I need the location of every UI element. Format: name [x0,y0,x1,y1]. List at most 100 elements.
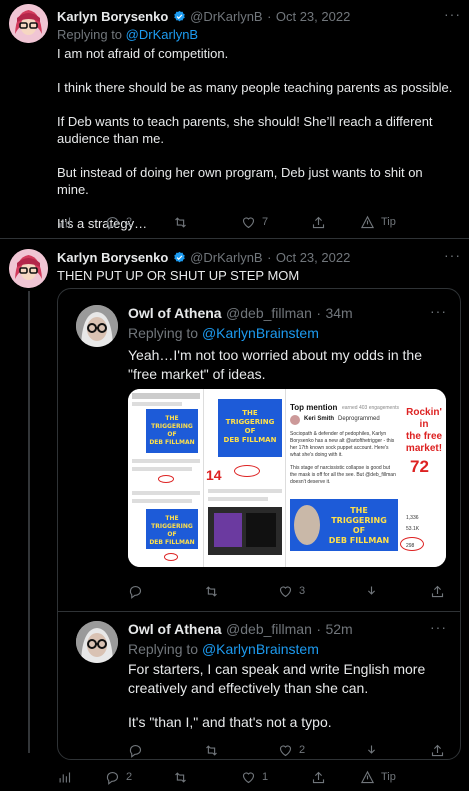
quote-header: Owl of Athena @deb_fillman · 34m [128,305,353,323]
tweet-divider [0,238,469,239]
replying-to-handle[interactable]: @KarlynBrainstem [202,641,319,657]
tweet-line: But instead of doing her own program, De… [57,165,423,197]
tweet-date[interactable]: Oct 23, 2022 [276,250,350,265]
avatar-illustration [9,4,48,43]
like-button[interactable]: 7 [241,215,268,230]
quoted-thread-card[interactable]: Owl of Athena @deb_fillman · 34m ··· Rep… [57,288,461,760]
tip-button[interactable]: Tip [360,770,396,785]
reply-button[interactable]: 2 [105,770,132,785]
share-icon [431,744,444,756]
verified-badge-icon [173,251,185,263]
poster-thumbnail: THE TRIGGERING OF DEB FILLMAN [146,509,198,549]
replying-to-handle[interactable]: @DrKarlynB [126,27,198,42]
replying-to-handle[interactable]: @KarlynBrainstem [202,325,319,341]
tweet-time[interactable]: 52m [325,621,352,637]
retweet-icon [175,216,186,228]
image-panel-left: THE TRIGGERING OF DEB FILLMAN THE TRIGGE… [128,389,204,567]
poster-thumbnail: THE TRIGGERING OF DEB FILLMAN [146,409,198,453]
heart-icon [279,744,292,756]
author-handle[interactable]: @DrKarlynB [190,9,262,24]
avatar[interactable] [9,249,48,288]
quote-text: It's "than I," and that's not a typo. [128,714,332,730]
replying-to-label: Replying to [57,27,123,42]
tip-icon [360,215,375,228]
avatar[interactable] [76,305,118,347]
author-name[interactable]: Owl of Athena [128,621,222,637]
tweet-line: If Deb wants to teach parents, she shoul… [57,114,433,146]
tweet-text: THEN PUT UP OR SHUT UP STEP MOM [57,268,300,283]
separator-dot: · [267,250,272,265]
author-handle[interactable]: @DrKarlynB [190,250,262,265]
replying-to: Replying to @KarlynBrainstem [128,325,319,341]
tip-icon [360,770,375,783]
more-options-icon[interactable]: ··· [444,6,461,22]
author-name[interactable]: Owl of Athena [128,305,222,321]
avatar[interactable] [9,4,48,43]
share-icon [431,585,444,597]
quote-text: For starters, I can speak and write Engl… [128,661,426,696]
tweet-body: I am not afraid of competition. I think … [57,45,457,232]
tweet-line: I think there should be as many people t… [57,80,453,95]
tip-label: Tip [381,771,396,783]
analytics-icon [59,217,71,227]
avatar-illustration [76,621,118,663]
reply-icon [106,216,119,230]
verified-badge-icon [173,10,185,22]
more-options-icon[interactable]: ··· [444,247,461,263]
analytics-button[interactable] [57,770,72,785]
like-count: 1 [262,771,269,783]
author-handle[interactable]: @deb_fillman [226,305,312,321]
attached-image[interactable]: THE TRIGGERING OF DEB FILLMAN THE TRIGGE… [128,389,446,567]
quote-actions: 2 [128,741,446,759]
avatar-illustration [76,305,118,347]
share-icon [312,771,325,783]
heart-icon [242,771,255,783]
reply-count: 2 [126,771,133,783]
share-button[interactable] [364,743,379,758]
replying-to-label: Replying to [128,325,199,341]
reply-icon [106,771,119,785]
replying-to-label: Replying to [128,641,199,657]
reply-icon [129,585,142,599]
like-button[interactable]: 3 [278,584,305,599]
retweet-icon [175,771,186,783]
retweet-button[interactable] [204,743,219,758]
retweet-button[interactable] [204,584,219,599]
like-button[interactable]: 1 [241,770,268,785]
reply-button[interactable] [128,743,143,758]
reply-button[interactable] [128,584,143,599]
share-button[interactable] [311,215,326,230]
retweet-icon [206,585,217,597]
tip-label: Tip [381,216,396,228]
image-panel-middle: THE TRIGGERING OF DEB FILLMAN 14 [204,389,286,567]
avatar[interactable] [76,621,118,663]
more-options-icon[interactable]: ··· [430,303,447,319]
retweet-button[interactable] [173,770,188,785]
tweet-actions: 2 1 Tip [57,768,457,786]
like-count: 7 [262,216,269,228]
quote-actions: 3 [128,582,446,600]
download-icon [367,745,376,754]
analytics-button[interactable] [57,215,72,230]
separator-dot: · [267,9,272,24]
count-72: 72 [410,457,429,476]
tweet-date[interactable]: Oct 23, 2022 [276,9,350,24]
author-name[interactable]: Karlyn Borysenko [57,250,168,265]
author-name[interactable]: Karlyn Borysenko [57,9,168,24]
replying-to: Replying to @DrKarlynB [57,27,198,42]
author-handle[interactable]: @deb_fillman [226,621,312,637]
more-options-icon[interactable]: ··· [430,619,447,635]
retweet-button[interactable] [173,215,188,230]
reply-button[interactable]: 2 [105,215,132,230]
like-button[interactable]: 2 [278,743,305,758]
upload-button[interactable] [430,584,445,599]
avatar-illustration [9,249,48,288]
tweet-line: I am not afraid of competition. [57,46,229,61]
share-button[interactable] [311,770,326,785]
share-button[interactable] [364,584,379,599]
upload-button[interactable] [430,743,445,758]
tip-button[interactable]: Tip [360,215,396,230]
tweet-time[interactable]: 34m [325,305,352,321]
thread-connector-line [28,291,30,753]
quote-text: Yeah…I'm not too worried about my odds i… [128,347,422,382]
